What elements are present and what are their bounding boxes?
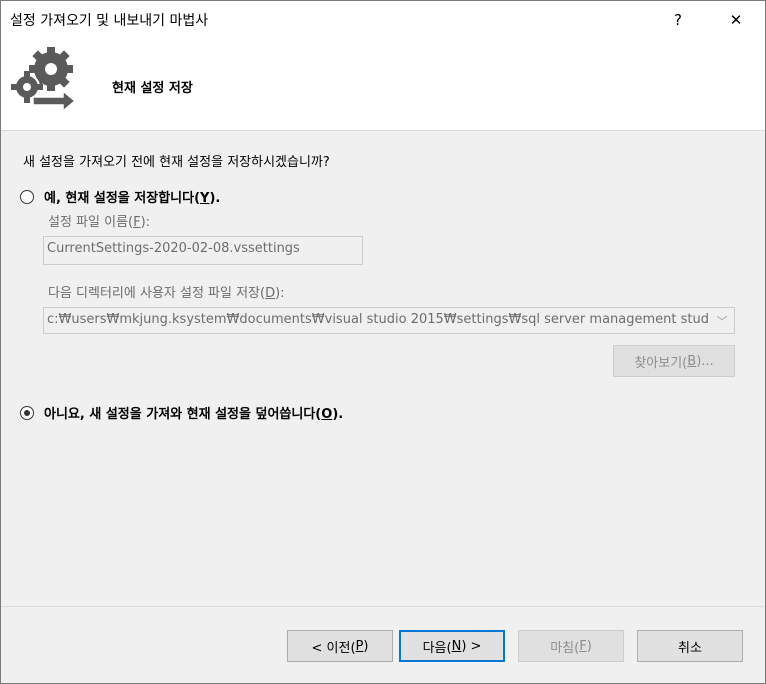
title-bar: 설정 가져오기 및 내보내기 마법사 ? ✕ xyxy=(1,1,765,39)
file-name-label: 설정 파일 이름(F): xyxy=(48,215,151,230)
browse-button[interactable]: 찾아보기(B)... xyxy=(613,345,735,377)
next-button[interactable]: 다음(N) > xyxy=(399,630,505,662)
back-button[interactable]: < 이전(P) xyxy=(287,630,393,662)
finish-button[interactable]: 마침(F) xyxy=(518,630,624,662)
radio-save-indicator[interactable] xyxy=(20,189,34,204)
cancel-button[interactable]: 취소 xyxy=(637,630,743,662)
footer-divider xyxy=(1,606,765,607)
radio-save-settings[interactable]: 예, 현재 설정을 저장합니다(Y). xyxy=(20,187,220,206)
directory-value: c:₩users₩mkjung.ksystem₩documents₩visual… xyxy=(47,312,709,327)
question-text: 새 설정을 가져오기 전에 현재 설정을 저장하시겠습니까? xyxy=(23,155,330,170)
page-title: 현재 설정 저장 xyxy=(112,81,193,96)
radio-overwrite-indicator[interactable] xyxy=(20,405,34,420)
window-title: 설정 가져오기 및 내보내기 마법사 xyxy=(10,13,209,29)
radio-overwrite-label[interactable]: 아니요, 새 설정을 가져와 현재 설정을 덮어씁니다(O). xyxy=(44,403,343,422)
directory-combobox[interactable]: c:₩users₩mkjung.ksystem₩documents₩visual… xyxy=(43,307,735,334)
chevron-down-icon[interactable]: ﹀ xyxy=(710,308,734,333)
directory-label: 다음 디렉터리에 사용자 설정 파일 저장(D): xyxy=(48,286,285,301)
radio-overwrite-settings[interactable]: 아니요, 새 설정을 가져와 현재 설정을 덮어씁니다(O). xyxy=(20,403,343,422)
help-button[interactable]: ? xyxy=(655,1,701,39)
file-name-input[interactable]: CurrentSettings-2020-02-08.vssettings xyxy=(43,236,363,265)
gears-arrow-icon xyxy=(11,47,77,113)
close-button[interactable]: ✕ xyxy=(713,1,759,39)
radio-save-label[interactable]: 예, 현재 설정을 저장합니다(Y). xyxy=(44,187,220,206)
wizard-header: 현재 설정 저장 xyxy=(1,39,765,131)
wizard-window: 설정 가져오기 및 내보내기 마법사 ? ✕ 현재 설정 저장 새 설정을 가져… xyxy=(0,0,766,684)
